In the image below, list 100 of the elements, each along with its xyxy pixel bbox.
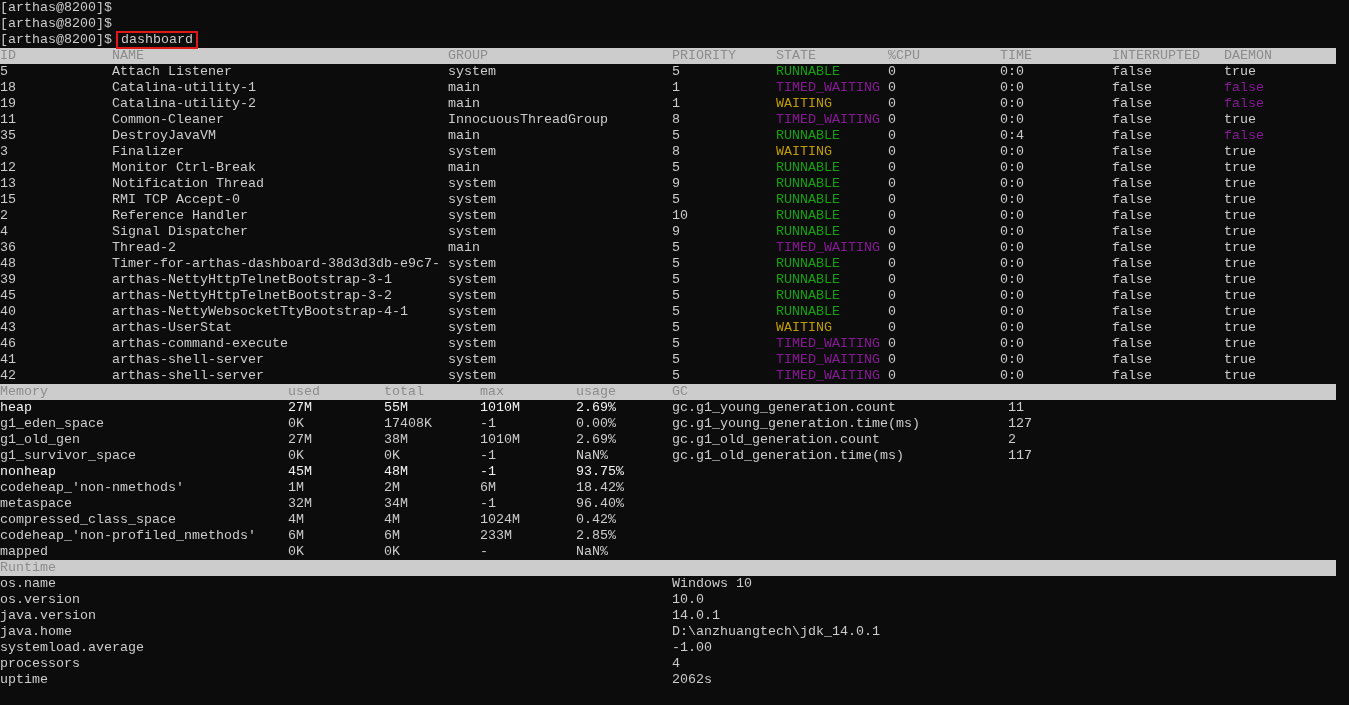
table-cell-text: 0 [888,80,897,96]
table-cell-text: 0 [888,336,897,352]
table-cell-text: 5 [672,240,681,256]
table-cell-text: 5 [672,304,681,320]
table-cell-text: system [448,288,497,304]
table-cell-text: true [1224,336,1257,352]
table-cell-text: Finalizer [112,144,185,160]
table-cell-text: 27M [288,432,313,448]
table-cell-text: false [1112,288,1153,304]
table-cell-text: 9 [672,176,681,192]
table-cell-text: 0:0 [1000,256,1025,272]
table-cell-text: systemload.average [0,640,145,656]
table-cell-text: true [1224,224,1257,240]
table-cell-text: Reference Handler [112,208,249,224]
table-cell-text: 46 [0,336,17,352]
column-header: max [480,384,505,400]
column-header: total [384,384,425,400]
table-cell-text: 0:0 [1000,144,1025,160]
table-cell-text: main [448,160,481,176]
table-cell-text: 0 [888,240,897,256]
table-cell-text: RUNNABLE [776,272,841,288]
table-cell-text: 96.40% [576,496,625,512]
table-cell-text: RUNNABLE [776,256,841,272]
table-cell-text: 5 [672,64,681,80]
table-cell-text: 13 [0,176,17,192]
table-cell-text: 42 [0,368,17,384]
table-cell-text: 17408K [384,416,433,432]
table-cell-text: Monitor Ctrl-Break [112,160,257,176]
table-cell-text: Timer-for-arthas-dashboard-38d3d3db-e9c7- [112,256,441,272]
column-header: INTERRUPTED [1112,48,1201,64]
table-cell-text: RMI TCP Accept-0 [112,192,241,208]
table-cell-text: 0 [888,112,897,128]
column-header: STATE [776,48,817,64]
table-cell-text: -1.00 [672,640,713,656]
table-cell-text: true [1224,240,1257,256]
table-cell-text: 0 [888,192,897,208]
table-cell-text: 117 [1008,448,1033,464]
column-header: %CPU [888,48,921,64]
table-cell-text: 0 [888,144,897,160]
table-cell-text: WAITING [776,144,833,160]
table-cell-text: false [1224,96,1265,112]
table-cell-text: 5 [672,160,681,176]
table-cell-text: 4 [0,224,9,240]
table-cell-text: 15 [0,192,17,208]
table-cell-text: DestroyJavaVM [112,128,217,144]
column-header: PRIORITY [672,48,737,64]
table-cell-text: 8 [672,144,681,160]
table-cell-text: 0:0 [1000,320,1025,336]
table-cell-text: NaN% [576,448,609,464]
table-cell-text: false [1112,240,1153,256]
table-cell-text: 6M [288,528,305,544]
table-cell-text: false [1112,176,1153,192]
column-header: GROUP [448,48,489,64]
table-cell-text: true [1224,272,1257,288]
table-cell-text: false [1112,80,1153,96]
table-cell-text: system [448,256,497,272]
table-cell-text: false [1112,128,1153,144]
table-cell-text: codeheap_'non-nmethods' [0,480,185,496]
table-cell-text: system [448,272,497,288]
table-cell-text: 43 [0,320,17,336]
table-cell-text: java.home [0,624,73,640]
table-cell-text: 2.69% [576,400,617,416]
table-cell-text: 5 [672,288,681,304]
table-cell-text: false [1112,224,1153,240]
table-cell-text: 0K [288,416,305,432]
table-cell-text: gc.g1_young_generation.count [672,400,897,416]
table-cell-text: 2M [384,480,401,496]
table-cell-text: gc.g1_young_generation.time(ms) [672,416,921,432]
table-cell-text: 19 [0,96,17,112]
table-cell-text: 1010M [480,400,521,416]
table-cell-text: 0 [888,272,897,288]
table-cell-text: false [1112,96,1153,112]
column-header: TIME [1000,48,1033,64]
table-cell-text: 14.0.1 [672,608,721,624]
table-cell-text: 0 [888,288,897,304]
table-cell-text: TIMED_WAITING [776,112,881,128]
table-cell-text: gc.g1_old_generation.time(ms) [672,448,905,464]
table-cell-text: system [448,368,497,384]
column-header: Memory [0,384,49,400]
table-cell-text: 0:0 [1000,208,1025,224]
table-cell-text: system [448,144,497,160]
table-cell-text: -1 [480,464,497,480]
table-cell-text: 55M [384,400,409,416]
table-cell-text: 34M [384,496,409,512]
table-cell-text: main [448,240,481,256]
table-cell-text: 0:0 [1000,224,1025,240]
table-cell-text: TIMED_WAITING [776,352,881,368]
table-cell-text: 0:0 [1000,64,1025,80]
table-cell-text: nonheap [0,464,57,480]
table-cell-text: TIMED_WAITING [776,80,881,96]
table-cell-text: 0 [888,224,897,240]
table-cell-text: 0 [888,160,897,176]
table-cell-text: RUNNABLE [776,304,841,320]
table-cell-text: 2 [0,208,9,224]
table-cell-text: 18.42% [576,480,625,496]
table-cell-text: 0K [384,544,401,560]
table-cell-text: compressed_class_space [0,512,177,528]
table-cell-text: 0 [888,368,897,384]
table-cell-text: 18 [0,80,17,96]
table-cell-text: 1010M [480,432,521,448]
